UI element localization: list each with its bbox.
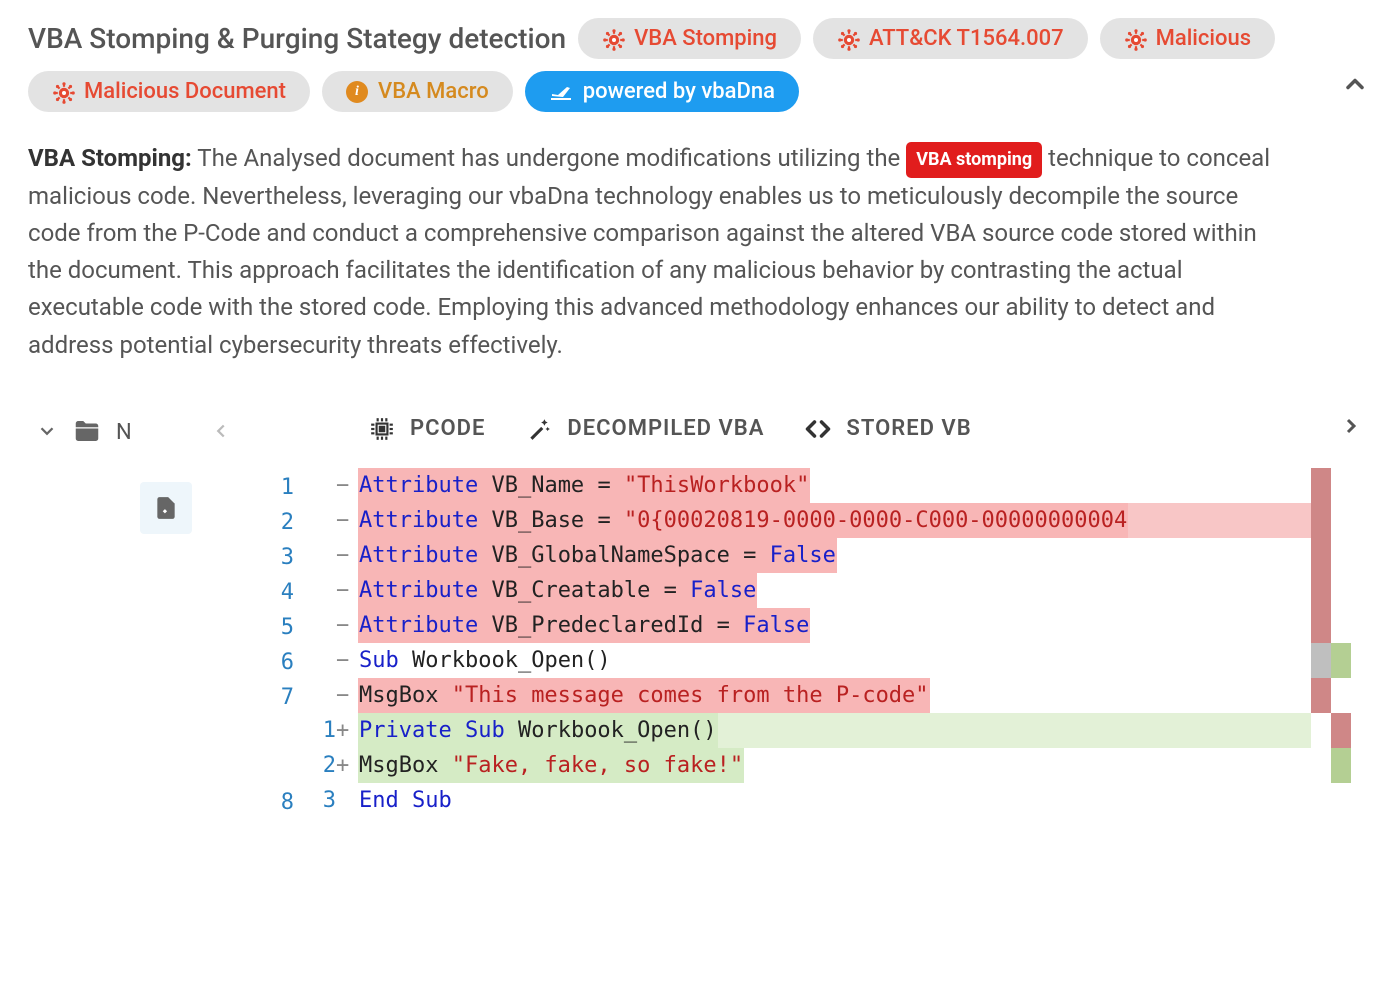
code-lines[interactable]: Attribute VB_Name = "ThisWorkbook"Attrib…	[358, 468, 1311, 820]
virus-icon	[52, 81, 74, 103]
tab-stored[interactable]: STORED VB	[804, 415, 971, 443]
wand-icon	[525, 415, 553, 443]
code-line: MsgBox "Fake, fake, so fake!"	[358, 748, 1311, 783]
diff-panel: N PCODE DECOMPILED VBA	[28, 396, 1371, 820]
tree-collapse-icon[interactable]	[202, 412, 240, 454]
file-node[interactable]	[140, 482, 192, 534]
code-line: Attribute VB_Base = "0{00020819-0000-000…	[358, 503, 1311, 538]
code-line: Attribute VB_GlobalNameSpace = False	[358, 538, 1311, 573]
virus-icon	[837, 28, 859, 50]
code-line: Attribute VB_Name = "ThisWorkbook"	[358, 468, 1311, 503]
code-line: Attribute VB_PredeclaredId = False	[358, 608, 1311, 643]
tag-malicious-doc[interactable]: Malicious Document	[28, 71, 310, 112]
tag-label: powered by vbaDna	[583, 79, 775, 104]
tab-decompiled[interactable]: DECOMPILED VBA	[525, 415, 764, 443]
tag-label: Malicious	[1156, 26, 1251, 51]
section-header: VBA Stomping & Purging Stategy detection…	[28, 18, 1371, 112]
gutter-sign: −−−−−−−++	[336, 468, 358, 820]
file-tree: N	[28, 396, 248, 820]
tag-vba-macro[interactable]: i VBA Macro	[322, 71, 513, 112]
gutter-left: 12345678	[248, 468, 306, 820]
inline-badge-vba-stomping: VBA stomping	[906, 142, 1042, 178]
gutter-right: 123	[306, 468, 336, 820]
code-line: MsgBox "This message comes from the P-co…	[358, 678, 1311, 713]
description-text: VBA Stomping: The Analysed document has …	[28, 140, 1288, 364]
code-panel: PCODE DECOMPILED VBA STORED VB 12345678 …	[248, 396, 1371, 820]
tag-label: ATT&CK T1564.007	[869, 26, 1064, 51]
tab-pcode[interactable]: PCODE	[368, 415, 485, 443]
collapse-toggle[interactable]	[1339, 68, 1371, 100]
code-line: Sub Workbook_Open()	[358, 643, 1311, 678]
tag-vba-stomping[interactable]: VBA Stomping	[578, 18, 801, 59]
virus-icon	[602, 28, 624, 50]
tag-label: VBA Stomping	[634, 26, 777, 51]
code-line: End Sub	[358, 783, 1311, 818]
folder-icon[interactable]	[72, 416, 102, 450]
code-tabs: PCODE DECOMPILED VBA STORED VB	[248, 396, 1371, 468]
section-title: VBA Stomping & Purging Stategy detection	[28, 22, 566, 55]
tabs-scroll-right[interactable]	[1331, 406, 1371, 452]
code-line: Attribute VB_Creatable = False	[358, 573, 1311, 608]
minimap[interactable]	[1311, 468, 1371, 820]
plane-icon	[549, 80, 573, 104]
description-lead: VBA Stomping:	[28, 144, 192, 172]
chip-icon	[368, 415, 396, 443]
tree-expand-icon[interactable]	[36, 420, 58, 446]
tag-label: VBA Macro	[378, 79, 489, 104]
tag-attck[interactable]: ATT&CK T1564.007	[813, 18, 1088, 59]
tag-malicious[interactable]: Malicious	[1100, 18, 1275, 59]
info-icon: i	[346, 81, 368, 103]
code-line: Private Sub Workbook_Open()	[358, 713, 1311, 748]
tag-powered-by[interactable]: powered by vbaDna	[525, 71, 799, 112]
code-icon	[804, 415, 832, 443]
tree-root-label: N	[116, 420, 132, 445]
virus-icon	[1124, 28, 1146, 50]
tag-label: Malicious Document	[84, 79, 286, 104]
